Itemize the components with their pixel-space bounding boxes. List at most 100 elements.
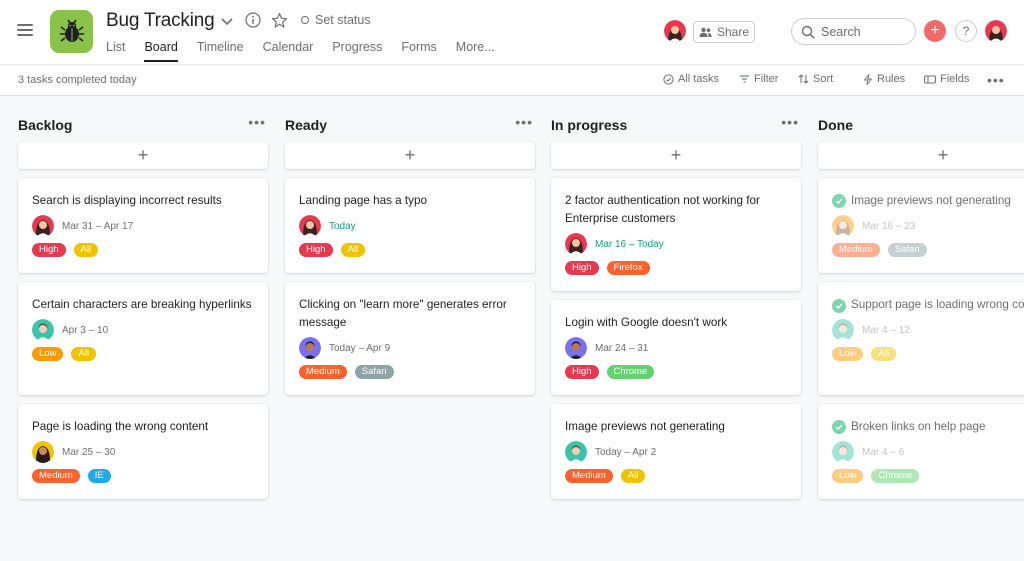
search-input[interactable]	[821, 24, 906, 39]
assignee-avatar[interactable]	[32, 215, 54, 237]
more-options-button[interactable]: •••	[987, 72, 1005, 88]
all-tasks-button[interactable]: All tasks	[663, 73, 719, 85]
due-date: Today – Apr 2	[595, 446, 657, 458]
tab-calendar[interactable]: Calendar	[263, 38, 314, 64]
column-title: Backlog	[18, 117, 73, 133]
all-tasks-label: All tasks	[678, 73, 719, 85]
tab-list[interactable]: List	[106, 38, 125, 64]
top-header: Bug Tracking Set status List Board Timel…	[0, 0, 1024, 64]
column-title: In progress	[551, 117, 628, 133]
project-member-avatar[interactable]	[664, 20, 686, 42]
share-label: Share	[716, 25, 750, 39]
task-card[interactable]: Clicking on "learn more" generates error…	[285, 282, 535, 395]
project-title: Bug Tracking	[106, 10, 215, 31]
lightning-icon	[864, 73, 872, 85]
task-title: Page is loading the wrong content	[32, 420, 209, 433]
task-title: Image previews not generating	[565, 420, 725, 433]
fields-button[interactable]: Fields	[924, 73, 969, 85]
assignee-avatar[interactable]	[32, 319, 54, 341]
task-title: Search is displaying incorrect results	[32, 194, 222, 207]
task-title: Support page is loading wrong content	[851, 298, 1024, 311]
filter-icon	[740, 75, 749, 83]
priority-tag: Medium	[832, 243, 880, 257]
task-card[interactable]: Page is loading the wrong content Mar 25…	[18, 404, 268, 499]
priority-tag: Medium	[32, 469, 80, 483]
tab-timeline[interactable]: Timeline	[197, 38, 244, 64]
task-title: Login with Google doesn't work	[565, 316, 728, 329]
due-date: Mar 4 – 6	[862, 446, 905, 458]
info-icon[interactable]	[245, 12, 261, 28]
add-task-button[interactable]: +	[551, 142, 801, 169]
due-date: Mar 25 – 30	[62, 446, 116, 458]
assignee-avatar[interactable]	[832, 319, 854, 341]
column-more-button[interactable]: •••	[781, 114, 799, 130]
add-task-button[interactable]: +	[285, 142, 535, 169]
browser-tag: Firefox	[606, 261, 650, 275]
assignee-avatar[interactable]	[832, 215, 854, 237]
priority-tag: High	[565, 261, 599, 275]
filter-button[interactable]: Filter	[739, 73, 778, 85]
task-card[interactable]: Image previews not generating Mar 16 – 2…	[818, 178, 1024, 273]
tab-board[interactable]: Board	[144, 38, 179, 64]
share-button[interactable]: Share	[693, 21, 755, 43]
search-field[interactable]	[791, 18, 916, 45]
browser-tag: All	[871, 347, 896, 361]
column-in-progress: In progress ••• +	[551, 96, 801, 169]
help-button[interactable]: ?	[955, 20, 977, 42]
task-card[interactable]: Certain characters are breaking hyperlin…	[18, 282, 268, 395]
chevron-down-icon[interactable]	[219, 13, 235, 29]
priority-tag: Low	[832, 347, 864, 361]
browser-tag: Safari	[887, 243, 927, 257]
tab-forms[interactable]: Forms	[401, 38, 436, 64]
tab-progress[interactable]: Progress	[332, 38, 382, 64]
set-status-button[interactable]: Set status	[315, 13, 371, 27]
browser-tag: All	[340, 243, 366, 257]
add-task-button[interactable]: +	[818, 142, 1024, 169]
column-more-button[interactable]: •••	[515, 114, 533, 130]
assignee-avatar[interactable]	[299, 337, 321, 359]
task-card[interactable]: Support page is loading wrong content Ma…	[818, 282, 1024, 395]
task-card[interactable]: Landing page has a typo Today High All	[285, 178, 535, 273]
sort-button[interactable]: Sort	[798, 73, 833, 85]
add-task-button[interactable]: +	[18, 142, 268, 169]
due-date: Mar 31 – Apr 17	[62, 220, 134, 232]
completed-check-icon[interactable]	[832, 194, 846, 208]
completed-check-icon[interactable]	[832, 299, 846, 313]
task-card[interactable]: 2 factor authentication not working for …	[551, 178, 801, 291]
user-avatar[interactable]	[985, 20, 1007, 42]
due-date: Today – Apr 9	[329, 342, 391, 354]
due-date: Mar 16 – 23	[862, 220, 916, 232]
column-more-button[interactable]: •••	[248, 114, 266, 130]
tab-more[interactable]: More...	[456, 38, 495, 64]
browser-tag: All	[71, 347, 96, 361]
quick-add-button[interactable]: +	[924, 20, 946, 42]
completed-check-icon[interactable]	[832, 420, 846, 434]
star-icon[interactable]	[271, 12, 288, 29]
column-title: Ready	[285, 117, 328, 133]
rules-label: Rules	[877, 73, 906, 85]
rules-button[interactable]: Rules	[863, 73, 905, 85]
due-date: Apr 3 – 10	[62, 324, 109, 336]
people-icon	[699, 27, 712, 37]
priority-tag: Medium	[299, 365, 347, 379]
assignee-avatar[interactable]	[832, 441, 854, 463]
assignee-avatar[interactable]	[32, 441, 54, 463]
priority-tag: High	[32, 243, 66, 257]
sort-label: Sort	[813, 73, 834, 85]
browser-tag: All	[620, 469, 646, 483]
assignee-avatar[interactable]	[565, 441, 587, 463]
assignee-avatar[interactable]	[565, 233, 587, 255]
task-card[interactable]: Login with Google doesn't work Mar 24 – …	[551, 300, 801, 395]
task-card[interactable]: Broken links on help page Mar 4 – 6 Low C…	[818, 404, 1024, 499]
task-card[interactable]: Image previews not generating Today – Ap…	[551, 404, 801, 499]
due-date: Today	[329, 220, 356, 232]
menu-icon[interactable]	[17, 24, 33, 36]
status-dot-icon[interactable]	[301, 16, 309, 24]
assignee-avatar[interactable]	[299, 215, 321, 237]
priority-tag: High	[299, 243, 333, 257]
column-title: Done	[818, 117, 853, 133]
bug-project-icon	[50, 10, 93, 53]
assignee-avatar[interactable]	[565, 337, 587, 359]
task-card[interactable]: Search is displaying incorrect results M…	[18, 178, 268, 273]
browser-tag: Chrome	[871, 469, 920, 483]
